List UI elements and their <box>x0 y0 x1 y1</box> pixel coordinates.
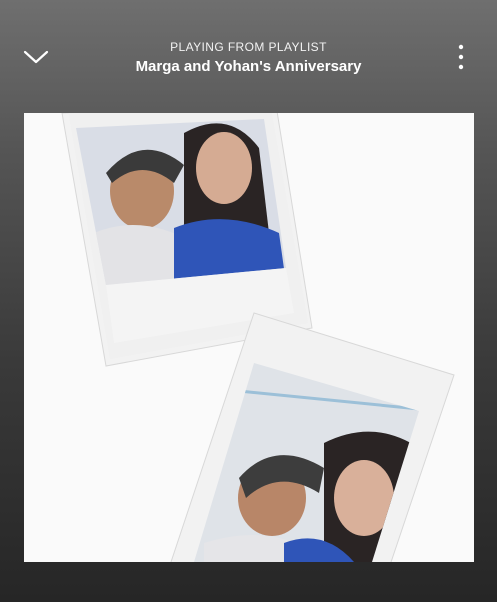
more-options-button[interactable] <box>446 40 476 74</box>
playlist-name[interactable]: Marga and Yohan's Anniversary <box>60 57 437 77</box>
playing-context: PLAYING FROM PLAYLIST Marga and Yohan's … <box>60 40 437 77</box>
now-playing-header: PLAYING FROM PLAYLIST Marga and Yohan's … <box>0 0 497 110</box>
album-artwork <box>24 113 474 562</box>
chevron-down-icon <box>23 50 49 64</box>
more-vertical-icon <box>458 44 464 70</box>
collapse-button[interactable] <box>18 42 54 72</box>
context-label: PLAYING FROM PLAYLIST <box>170 40 327 54</box>
album-art-image <box>61 113 455 562</box>
